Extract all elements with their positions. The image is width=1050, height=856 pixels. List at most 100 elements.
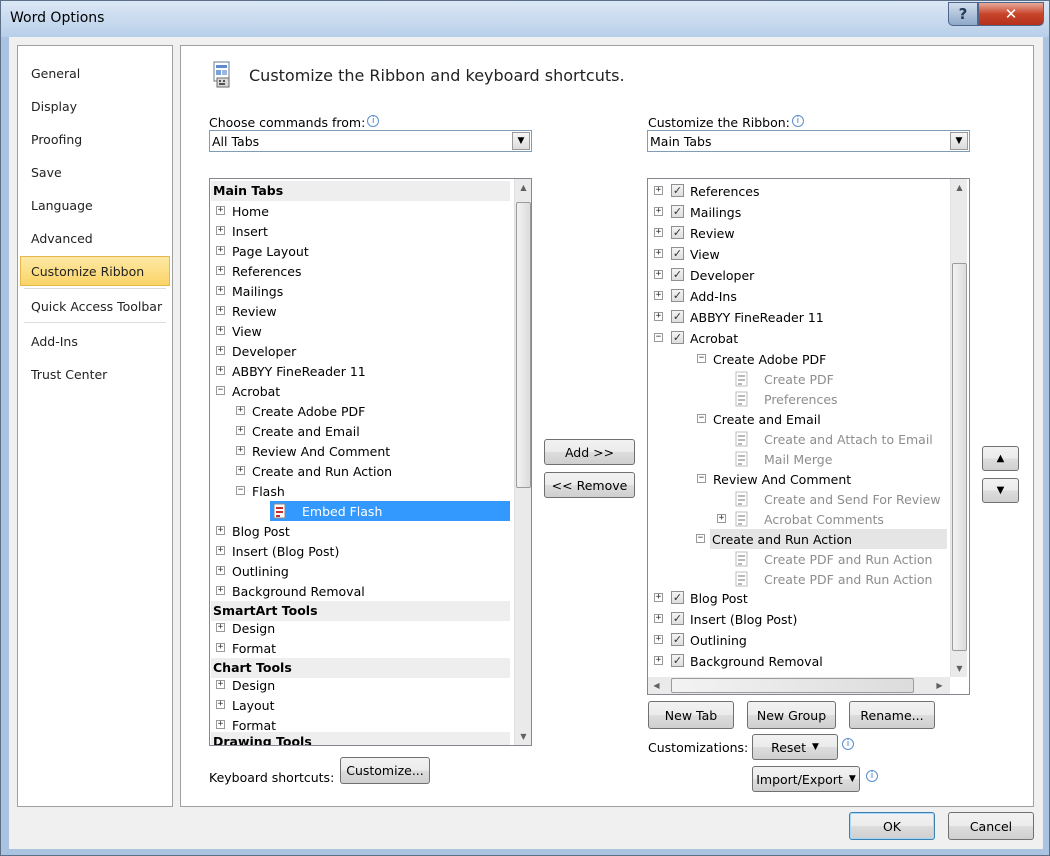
list-item[interactable]: + Outlining — [211, 561, 510, 581]
sidebar-item-add-ins[interactable]: Add-Ins — [20, 326, 170, 356]
list-item[interactable]: + Insert — [211, 221, 510, 241]
expand-icon[interactable]: + — [216, 366, 225, 375]
expand-icon[interactable]: + — [717, 514, 726, 523]
list-item[interactable]: + Format — [211, 715, 510, 735]
expand-icon[interactable]: + — [216, 326, 225, 335]
list-item[interactable]: + Developer — [211, 341, 510, 361]
collapse-icon[interactable]: − — [236, 486, 245, 495]
ok-button[interactable]: OK — [849, 812, 935, 840]
expand-icon[interactable]: + — [216, 306, 225, 315]
sidebar-item-proofing[interactable]: Proofing — [20, 124, 170, 154]
expand-icon[interactable]: + — [236, 446, 245, 455]
checkbox-checked[interactable]: ✓ — [671, 310, 684, 323]
ribbon-command-item[interactable]: + Acrobat Comments — [649, 509, 947, 529]
expand-icon[interactable]: + — [216, 623, 225, 632]
expand-icon[interactable]: + — [236, 426, 245, 435]
list-item[interactable]: − Flash — [211, 481, 510, 501]
chevron-down-icon[interactable]: ▼ — [950, 132, 968, 150]
collapse-icon[interactable]: − — [696, 534, 705, 543]
expand-icon[interactable]: + — [236, 406, 245, 415]
ribbon-command-item[interactable]: Preferences — [649, 389, 947, 409]
collapse-icon[interactable]: − — [697, 474, 706, 483]
ribbon-command-item[interactable]: Mail Merge — [649, 449, 947, 469]
expand-icon[interactable]: + — [654, 291, 663, 300]
list-item[interactable]: + Create and Email — [211, 421, 510, 441]
checkbox-checked[interactable]: ✓ — [671, 247, 684, 260]
list-item[interactable]: + Create and Run Action — [211, 461, 510, 481]
move-down-button[interactable]: ▼ — [982, 478, 1019, 503]
checkbox-checked[interactable]: ✓ — [671, 268, 684, 281]
expand-icon[interactable]: + — [654, 614, 663, 623]
expand-icon[interactable]: + — [216, 566, 225, 575]
sidebar-item-general[interactable]: General — [20, 58, 170, 88]
ribbon-command-item[interactable]: Create and Attach to Email — [649, 429, 947, 449]
list-item[interactable]: + Review And Comment — [211, 441, 510, 461]
list-item[interactable]: + Layout — [211, 695, 510, 715]
add-button[interactable]: Add >> — [544, 439, 635, 465]
checkbox-checked[interactable]: ✓ — [671, 226, 684, 239]
scroll-down-icon[interactable]: ▼ — [951, 660, 968, 677]
list-item[interactable]: + Design — [211, 618, 510, 638]
checkbox-checked[interactable]: ✓ — [671, 591, 684, 604]
list-item[interactable]: + Page Layout — [211, 241, 510, 261]
scroll-up-icon[interactable]: ▲ — [515, 179, 531, 196]
right-tree-scroll-thumb[interactable] — [952, 263, 967, 651]
cancel-button[interactable]: Cancel — [948, 812, 1034, 840]
help-button[interactable]: ? — [948, 2, 978, 26]
expand-icon[interactable]: + — [654, 249, 663, 258]
list-item[interactable]: − Acrobat — [211, 381, 510, 401]
left-list-scroll-thumb[interactable] — [516, 202, 531, 488]
list-item[interactable]: + ABBYY FineReader 11 — [211, 361, 510, 381]
expand-icon[interactable]: + — [654, 207, 663, 216]
expand-icon[interactable]: + — [216, 586, 225, 595]
ribbon-tab-item[interactable]: + ✓ Insert (Blog Post) — [649, 609, 947, 629]
list-item[interactable]: + View — [211, 321, 510, 341]
expand-icon[interactable]: + — [216, 266, 225, 275]
rename-button[interactable]: Rename... — [849, 701, 935, 729]
ribbon-command-item[interactable]: Create PDF and Run Action — [649, 549, 947, 569]
expand-icon[interactable]: + — [216, 526, 225, 535]
ribbon-command-item[interactable]: Create PDF — [649, 369, 947, 389]
expand-icon[interactable]: + — [216, 346, 225, 355]
list-item[interactable]: + Format — [211, 638, 510, 658]
left-list-vscrollbar[interactable]: ▲ ▼ — [514, 179, 531, 745]
collapse-icon[interactable]: − — [697, 354, 706, 363]
checkbox-checked[interactable]: ✓ — [671, 331, 684, 344]
ribbon-group-item[interactable]: − Review And Comment — [649, 469, 947, 489]
scroll-up-icon[interactable]: ▲ — [951, 179, 968, 196]
available-commands-list[interactable]: Drawing Tools + Format + Layout + Design Chart … — [209, 178, 532, 746]
remove-button[interactable]: << Remove — [544, 472, 635, 498]
sidebar-item-display[interactable]: Display — [20, 91, 170, 121]
customize-ribbon-combo[interactable]: Main Tabs ▼ — [647, 130, 970, 152]
ribbon-tab-item[interactable]: + ✓ Mailings — [649, 202, 947, 222]
checkbox-checked[interactable]: ✓ — [671, 633, 684, 646]
list-item[interactable]: + Create Adobe PDF — [211, 401, 510, 421]
scroll-left-icon[interactable]: ◀ — [648, 677, 665, 694]
move-up-button[interactable]: ▲ — [982, 446, 1019, 471]
ribbon-tab-item[interactable]: + ✓ ABBYY FineReader 11 — [649, 307, 947, 327]
ribbon-tab-item[interactable]: + ✓ View — [649, 244, 947, 264]
checkbox-checked[interactable]: ✓ — [671, 654, 684, 667]
expand-icon[interactable]: + — [216, 286, 225, 295]
expand-icon[interactable]: + — [216, 643, 225, 652]
close-button[interactable]: ✕ — [978, 2, 1044, 26]
list-item[interactable]: + Home — [211, 201, 510, 221]
sidebar-item-language[interactable]: Language — [20, 190, 170, 220]
list-item[interactable]: + Design — [211, 675, 510, 695]
expand-icon[interactable]: + — [216, 206, 225, 215]
expand-icon[interactable]: + — [216, 720, 225, 729]
list-item[interactable]: + References — [211, 261, 510, 281]
title-bar[interactable]: Word Options ? ✕ — [1, 1, 1049, 37]
expand-icon[interactable]: + — [216, 680, 225, 689]
ribbon-command-item[interactable]: Create PDF and Run Action — [649, 569, 947, 589]
ribbon-tab-item[interactable]: + ✓ Blog Post — [649, 588, 947, 608]
ribbon-tab-item[interactable]: + ✓ References — [649, 181, 947, 201]
ribbon-group-item[interactable]: − Create and Run Action — [696, 529, 947, 549]
ribbon-tab-item[interactable]: + ✓ Developer — [649, 265, 947, 285]
expand-icon[interactable]: + — [654, 593, 663, 602]
list-item[interactable]: + Background Removal — [211, 581, 510, 601]
new-group-button[interactable]: New Group — [747, 701, 836, 729]
ribbon-tabs-tree[interactable]: + ✓ Background Removal + ✓ Outlining + ✓ Insert … — [647, 178, 970, 695]
checkbox-checked[interactable]: ✓ — [671, 289, 684, 302]
expand-icon[interactable]: + — [216, 226, 225, 235]
